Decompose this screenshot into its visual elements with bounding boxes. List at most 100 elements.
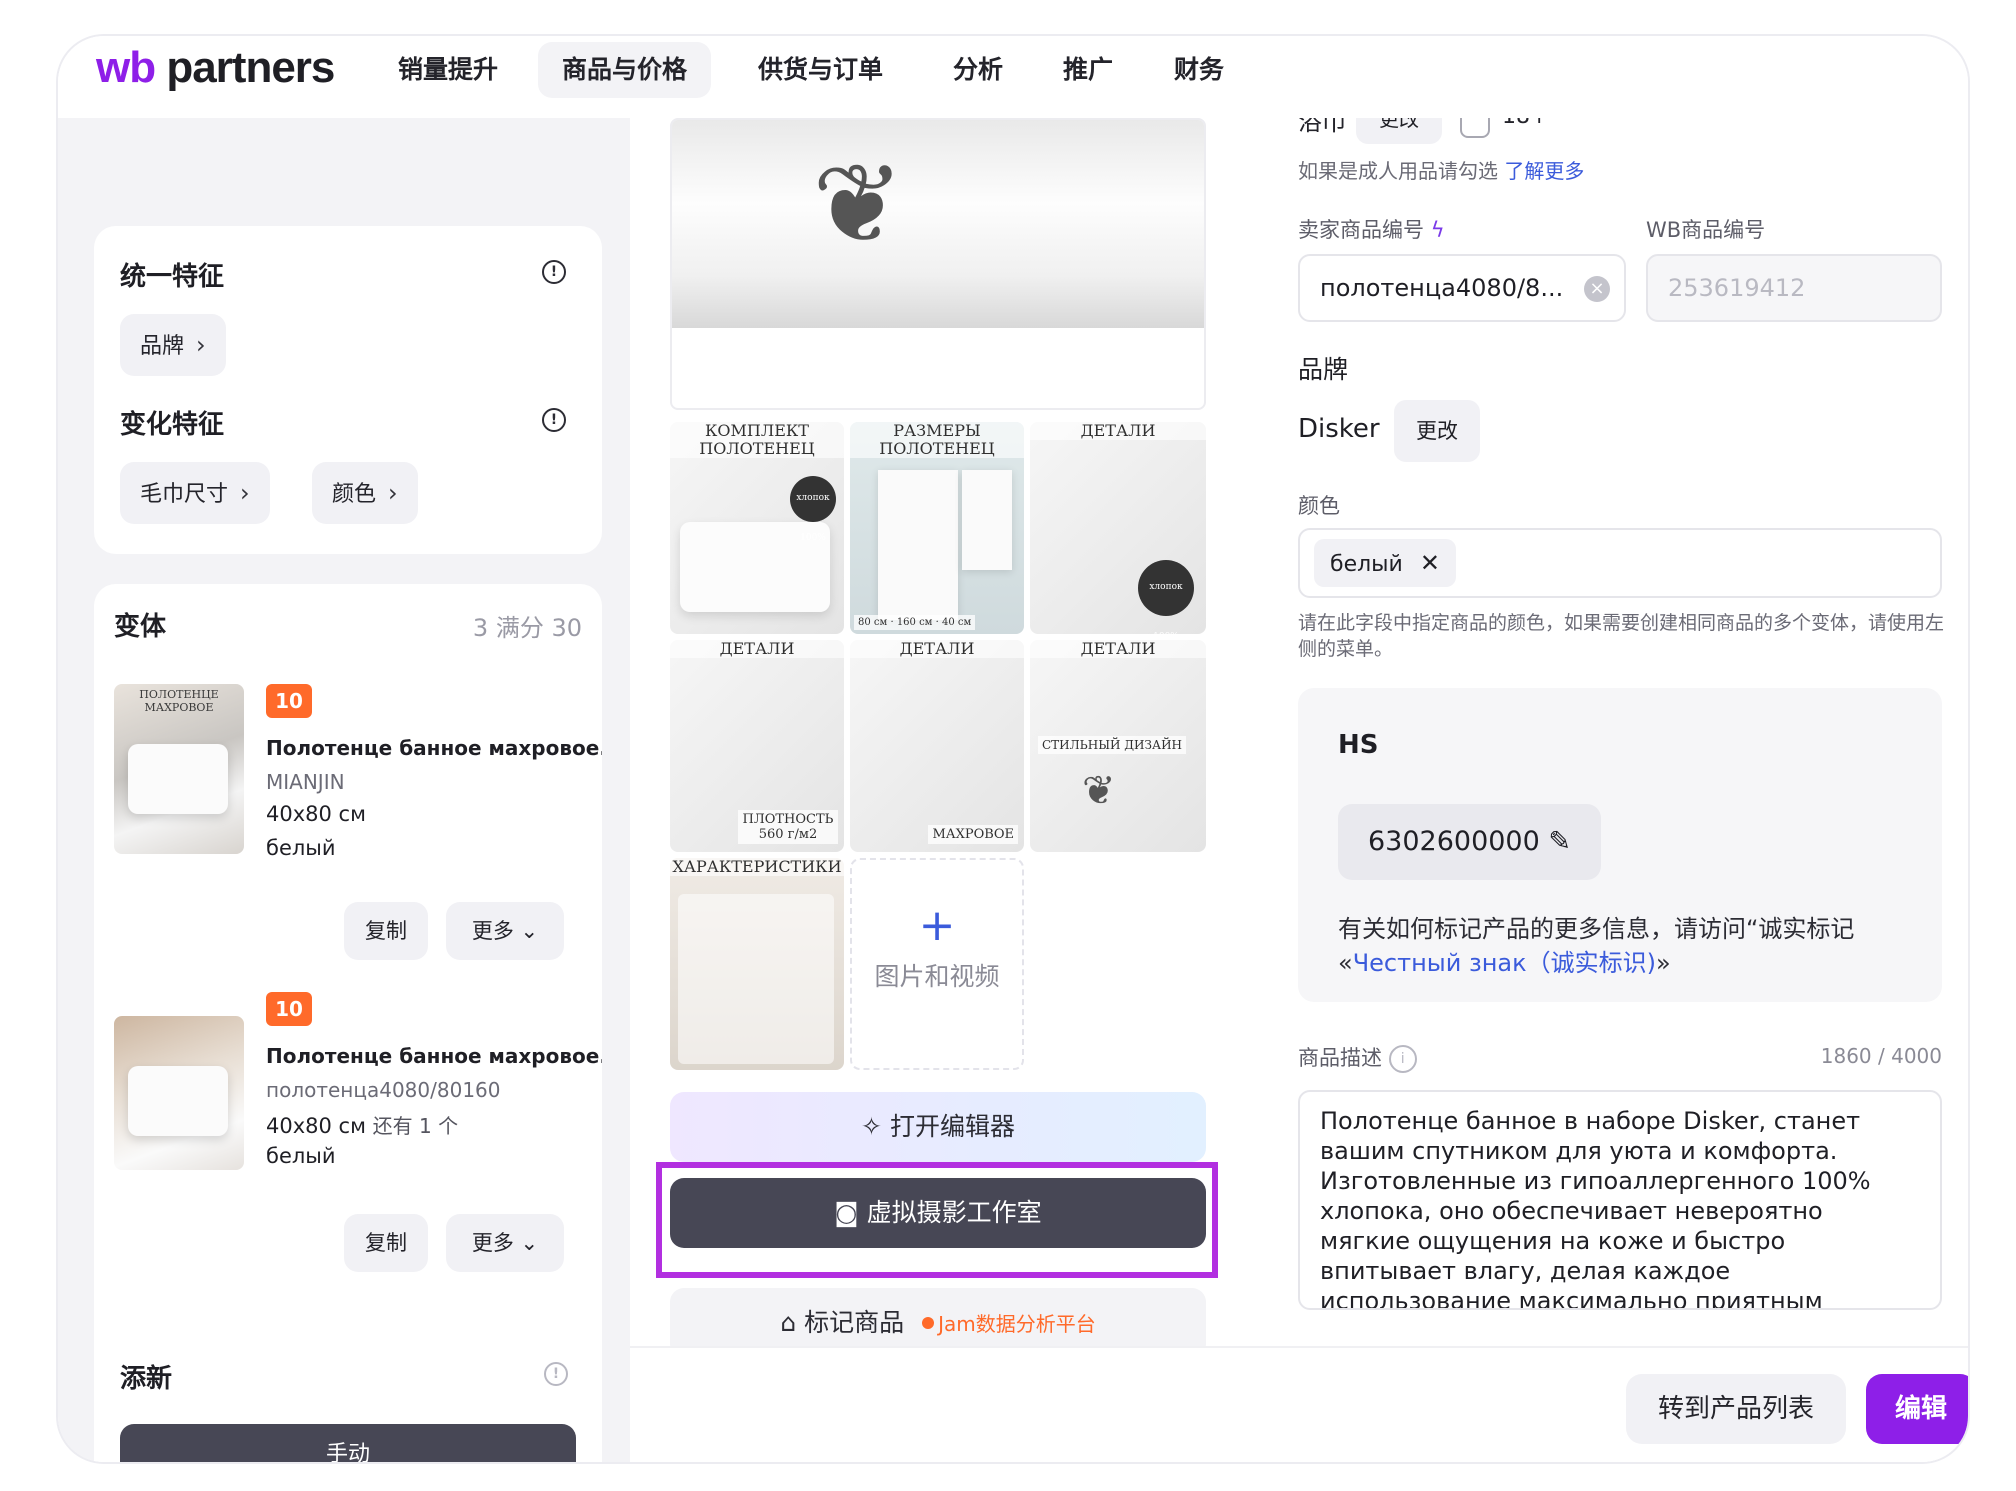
wb-sku-label: WB商品编号 [1646, 218, 1766, 242]
info-icon[interactable]: ! [542, 260, 566, 284]
main-photo[interactable]: ❦ [670, 118, 1206, 410]
variants-count: 3 满分 30 [472, 614, 582, 642]
adult-checkbox[interactable] [1460, 118, 1490, 138]
gallery-thumb[interactable]: КОМПЛЕКТ ПОЛОТЕНЕЦ xлопок 100% [670, 422, 844, 634]
manual-button[interactable]: 手动 [120, 1424, 576, 1462]
brand-value: Disker [1298, 414, 1380, 444]
variant-item[interactable]: ПОЛОТЕНЦЕ МАХРОВОЕ 10 Полотенце банное м… [94, 664, 602, 974]
variant-thumbnail: ПОЛОТЕНЦЕ МАХРОВОЕ [114, 684, 244, 854]
description-counter: 1860 / 4000 [1820, 1044, 1942, 1068]
seller-sku-label: 卖家商品编号 ϟ [1298, 218, 1445, 242]
wb-sku-input: 253619412 [1646, 254, 1942, 322]
nav-promotion[interactable]: 推广 [1063, 42, 1113, 98]
gallery-thumb[interactable]: ДЕТАЛИ хлопок 100% [1030, 422, 1206, 634]
lightning-icon: ϟ [1430, 218, 1445, 242]
tag-icon: ⌂ [780, 1308, 797, 1337]
chevron-down-icon: ⌄ [520, 919, 539, 943]
clear-icon[interactable]: × [1584, 276, 1610, 302]
color-tag: белый ✕ [1314, 539, 1456, 587]
description-label: 商品描述 i [1298, 1042, 1417, 1073]
variant-color: белый [266, 1144, 336, 1168]
plus-icon: + [918, 900, 956, 951]
rating-badge: 10 [266, 684, 312, 718]
nav-analytics[interactable]: 分析 [953, 42, 1003, 98]
brand-chip[interactable]: 品牌 › [120, 314, 226, 376]
gallery-panel: ❦ КОМПЛЕКТ ПОЛОТЕНЕЦ xлопок 100% РАЗМЕРЫ… [630, 118, 1270, 1462]
variant-name: Полотенце банное махровое... [266, 736, 602, 760]
nav-sales-boost[interactable]: 销量提升 [398, 42, 498, 98]
chevron-right-icon: › [388, 479, 398, 507]
more-dropdown[interactable]: 更多 ⌄ [446, 1214, 564, 1272]
chevron-down-icon: ⌄ [520, 1231, 539, 1255]
color-chip[interactable]: 颜色 › [312, 462, 418, 524]
category-change-button[interactable]: 更改 [1356, 118, 1442, 144]
details-panel: 浴巾 更改 18+ 如果是成人用品请勾选 了解更多 卖家商品编号 ϟ WB商品编… [1270, 118, 1968, 1462]
hs-title: HS [1338, 730, 1379, 760]
embroidery-monogram-icon: ❦ [1082, 768, 1116, 814]
honest-mark-link[interactable]: Честный знак（诚实标识) [1353, 949, 1656, 977]
variant-thumbnail [114, 1016, 244, 1170]
seller-sku-input[interactable]: полотенца4080/8... × [1298, 254, 1626, 322]
color-help: 请在此字段中指定商品的颜色，如果需要创建相同商品的多个变体，请使用左侧的菜单。 [1298, 612, 1945, 660]
variants-card: 变体 3 满分 30 ПОЛОТЕНЦЕ МАХРОВОЕ 10 Полотен… [94, 584, 602, 1462]
variant-size: 40x80 см [266, 802, 366, 826]
add-new-title: 添新 [120, 1364, 173, 1394]
info-icon[interactable]: ! [544, 1362, 568, 1386]
gallery-thumb[interactable]: ДЕТАЛИ МАХРОВОЕ [850, 640, 1024, 852]
left-sidebar: 统一特征 ! 品牌 › 变化特征 ! 毛巾尺寸 › 颜色 › 变体 3 满分 30 П… [58, 118, 630, 1462]
category-label: 浴巾 [1298, 118, 1346, 136]
gallery-thumb[interactable]: ДЕТАЛИ ПЛОТНОСТЬ 560 г/м2 [670, 640, 844, 852]
add-new-card: 添新 ! 手动 [94, 1336, 602, 1462]
add-media-tile[interactable]: + 图片和视频 [850, 858, 1024, 1070]
more-dropdown[interactable]: 更多 ⌄ [446, 902, 564, 960]
hs-panel: HS 6302600000 ✎ 有关如何标记产品的更多信息，请访问“诚实标记 «… [1298, 688, 1942, 1002]
adult-hint: 如果是成人用品请勾选 了解更多 [1298, 159, 1585, 183]
info-icon[interactable]: ! [542, 408, 566, 432]
brand-label: 品牌 [1298, 355, 1349, 384]
gallery-thumb[interactable]: ХАРАКТЕРИСТИКИ [670, 858, 844, 1070]
pencil-icon: ✎ [1548, 826, 1572, 857]
variant-item[interactable]: 10 Полотенце банное махровое... полотенц… [94, 992, 602, 1312]
camera-icon: ◙ [834, 1198, 859, 1227]
variant-sku: MIANJIN [266, 770, 345, 794]
brand-change-button[interactable]: 更改 [1394, 400, 1480, 462]
app-window: wb partners 销量提升 商品与价格 供货与订单 分析 推广 财务 统一… [56, 34, 1970, 1464]
features-card: 统一特征 ! 品牌 › 变化特征 ! 毛巾尺寸 › 颜色 › [94, 226, 602, 554]
footer-bar: 转到产品列表 编辑 [630, 1346, 1968, 1462]
chevron-right-icon: › [196, 331, 206, 359]
gallery-thumb[interactable]: РАЗМЕРЫ ПОЛОТЕНЕЦ 80 см · 160 см · 40 см [850, 422, 1024, 634]
learn-more-link[interactable]: 了解更多 [1504, 159, 1584, 183]
description-textarea[interactable]: Полотенце банное в наборе Disker, станет… [1298, 1090, 1942, 1310]
embroidery-monogram-icon: ❦ [812, 140, 905, 268]
copy-button[interactable]: 复制 [344, 902, 428, 960]
info-icon[interactable]: i [1388, 1045, 1417, 1073]
rating-badge: 10 [266, 992, 312, 1026]
nav-products-prices[interactable]: 商品与价格 [538, 42, 712, 98]
virtual-studio-button[interactable]: ◙ 虚拟摄影工作室 [670, 1178, 1206, 1248]
chevron-right-icon: › [240, 479, 250, 507]
nav-supply-orders[interactable]: 供货与订单 [758, 42, 883, 98]
jam-dot-icon [922, 1317, 935, 1329]
sparkles-icon: ✧ [861, 1112, 882, 1141]
to-product-list-button[interactable]: 转到产品列表 [1626, 1374, 1846, 1444]
open-editor-button[interactable]: ✧ 打开编辑器 [670, 1092, 1206, 1162]
color-label: 颜色 [1298, 494, 1340, 518]
variant-size: 40x80 см 还有 1 个 [266, 1114, 459, 1138]
hs-info: 有关如何标记产品的更多信息，请访问“诚实标记 «Честный знак（诚实标… [1338, 915, 1855, 977]
hs-code-button[interactable]: 6302600000 ✎ [1338, 804, 1602, 880]
add-media-label: 图片和视频 [874, 962, 1000, 991]
copy-button[interactable]: 复制 [344, 1214, 428, 1272]
towel-size-chip[interactable]: 毛巾尺寸 › [120, 462, 270, 524]
adult-label: 18+ [1502, 118, 1548, 129]
remove-icon[interactable]: ✕ [1420, 549, 1440, 577]
jam-platform-label: Jam数据分析平台 [938, 1312, 1096, 1336]
wb-partners-logo[interactable]: wb partners [96, 40, 335, 96]
variants-title: 变体 [114, 612, 167, 642]
color-input[interactable]: белый ✕ [1298, 528, 1942, 598]
edit-button[interactable]: 编辑 [1866, 1374, 1968, 1444]
variant-sku: полотенца4080/80160 [266, 1078, 501, 1102]
top-header: wb partners 销量提升 商品与价格 供货与订单 分析 推广 财务 [58, 36, 1968, 118]
variant-features-title: 变化特征 [120, 410, 225, 440]
gallery-thumb[interactable]: ДЕТАЛИ СТИЛЬНЫЙ ДИЗАЙН ❦ [1030, 640, 1206, 852]
nav-finance[interactable]: 财务 [1174, 42, 1224, 98]
